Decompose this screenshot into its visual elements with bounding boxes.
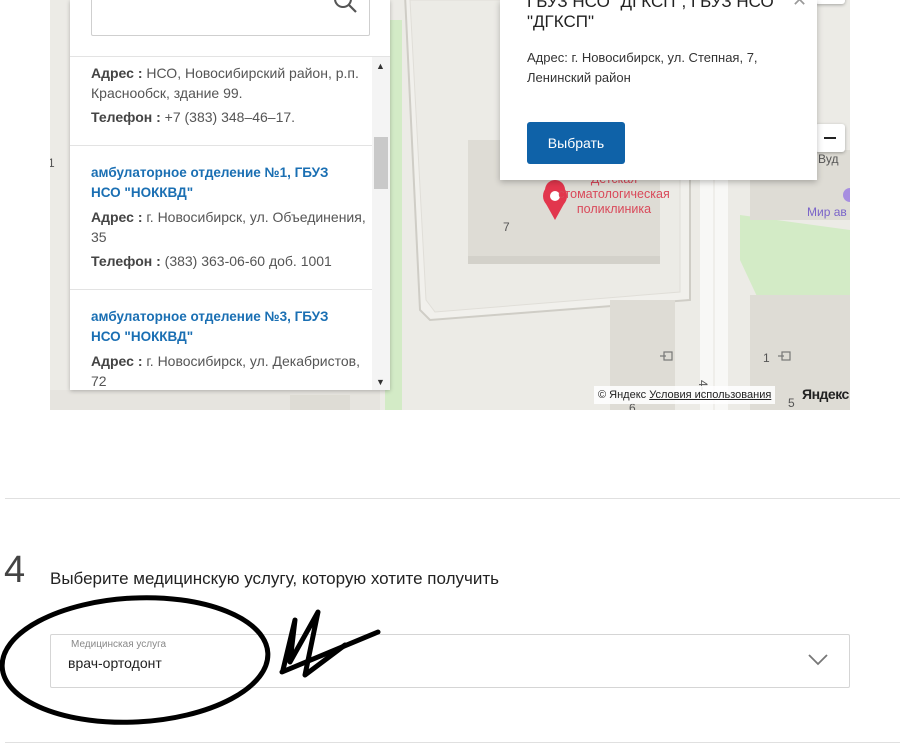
minus-icon <box>824 137 836 139</box>
address-label: Адрес : <box>91 209 143 225</box>
list-item[interactable]: амбулаторное отделение №1, ГБУЗ НСО "НОК… <box>70 146 372 289</box>
house-5-label: 5 <box>788 396 795 410</box>
list-item[interactable]: амбулаторное отделение №3, ГБУЗ НСО "НОК… <box>70 290 372 390</box>
chevron-down-icon[interactable] <box>807 653 829 667</box>
service-select[interactable]: Медицинская услуга врач-ортодонт <box>50 634 850 688</box>
vud-label: Вуд <box>818 152 839 166</box>
phone-label: Телефон : <box>91 253 161 269</box>
address-label: Адрес : <box>91 353 143 369</box>
list-scrollbar[interactable]: ▲ ▼ <box>372 57 390 390</box>
house-1-label: 1 <box>763 351 770 365</box>
mir-label: Мир ав <box>807 205 847 219</box>
search-icon[interactable] <box>331 0 359 15</box>
scroll-thumb[interactable] <box>374 137 388 189</box>
phone-line: Телефон : (383) 363-06-60 доб. 1001 <box>91 251 366 271</box>
close-icon[interactable]: ✕ <box>792 0 807 11</box>
house-number-label: 7 <box>503 220 510 234</box>
clinic-list[interactable]: Адрес : НСО, Новосибирский район, р.п. К… <box>70 57 372 390</box>
address-line: Адрес : г. Новосибирск, ул. Декабристов,… <box>91 351 366 390</box>
section-divider <box>5 742 900 743</box>
left-label: 1 <box>50 156 55 170</box>
address-line: Адрес : г. Новосибирск, ул. Объединения,… <box>91 207 366 247</box>
step-title: Выберите медицинскую услугу, которую хот… <box>50 569 500 588</box>
scroll-up-icon[interactable]: ▲ <box>376 61 385 71</box>
terms-link[interactable]: Условия использования <box>649 389 771 401</box>
list-item[interactable]: Адрес : НСО, Новосибирский район, р.п. К… <box>70 57 372 145</box>
select-button[interactable]: Выбрать <box>527 122 625 164</box>
map-copyright: © Яндекс Условия использования <box>594 386 776 404</box>
clinic-name-link[interactable]: амбулаторное отделение №3, ГБУЗ НСО "НОК… <box>91 307 361 347</box>
balloon-address: Адрес: г. Новосибирск, ул. Степная, 7, Л… <box>527 50 758 85</box>
yandex-logo[interactable]: Яндекс <box>802 386 849 402</box>
field-value: врач-ортодонт <box>68 655 162 671</box>
clinic-balloon: ГБУЗ НСО "ДГКСП", ГБУЗ НСО "ДГКСП" ✕ Адр… <box>500 0 817 180</box>
copyright-text: © Яндекс <box>598 389 647 401</box>
search-input[interactable] <box>100 1 324 27</box>
phone-value: +7 (383) 348–46–17. <box>164 109 296 125</box>
scroll-down-icon[interactable]: ▼ <box>376 377 385 387</box>
zoom-in-button[interactable] <box>815 0 845 4</box>
address-label: Адрес : <box>91 65 143 81</box>
phone-value: (383) 363-06-60 доб. 1001 <box>164 253 332 269</box>
step-number: 4 <box>4 549 26 591</box>
section-divider <box>5 498 900 499</box>
clinic-name-link[interactable]: амбулаторное отделение №1, ГБУЗ НСО "НОК… <box>91 163 361 203</box>
clinic-list-panel: Адрес : НСО, Новосибирский район, р.п. К… <box>70 0 390 390</box>
search-box[interactable] <box>91 0 370 36</box>
zoom-out-button[interactable] <box>815 124 845 152</box>
address-line: Адрес : НСО, Новосибирский район, р.п. К… <box>91 63 366 103</box>
field-label: Медицинская услуга <box>71 639 167 650</box>
phone-label: Телефон : <box>91 109 161 125</box>
balloon-title: ГБУЗ НСО "ДГКСП", ГБУЗ НСО "ДГКСП" <box>527 0 774 31</box>
phone-line: Телефон : +7 (383) 348–46–17. <box>91 107 366 127</box>
